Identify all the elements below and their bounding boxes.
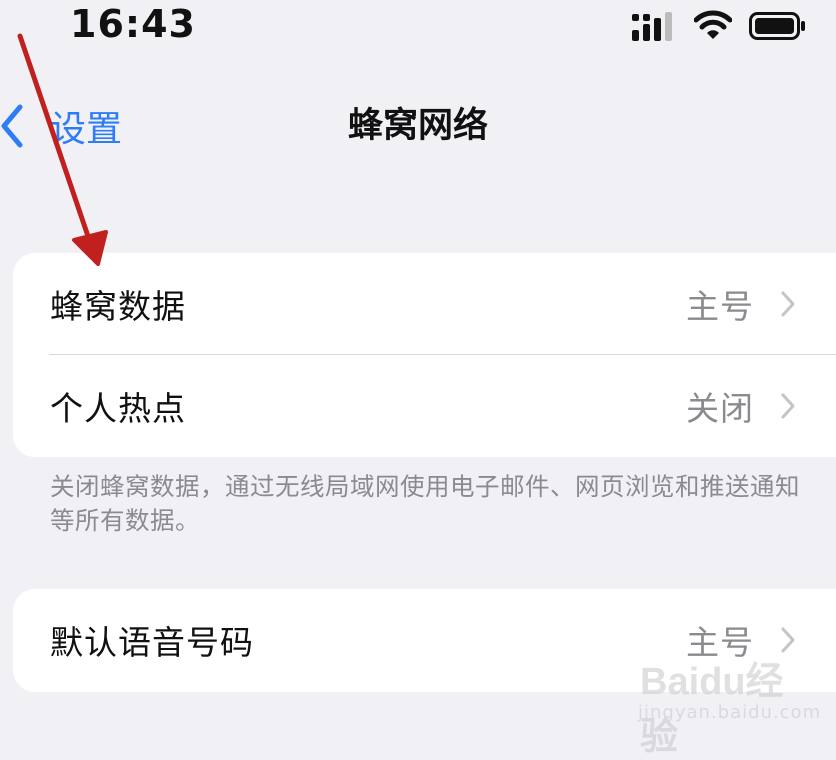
- chevron-right-icon: [781, 291, 795, 316]
- chevron-right-icon: [781, 393, 795, 418]
- back-button-label: 设置: [50, 109, 123, 150]
- row-label: 个人热点: [50, 388, 186, 428]
- row-label: 蜂窝数据: [50, 286, 186, 326]
- row-label: 默认语音号码: [50, 622, 254, 662]
- status-bar: 16:43: [0, 0, 836, 60]
- navigation-bar: 蜂窝网络 设置: [0, 88, 836, 164]
- page-title: 蜂窝网络: [347, 106, 488, 146]
- row-personal-hotspot[interactable]: 个人热点 关闭: [49, 354, 836, 456]
- baidu-watermark: Baidu经验 jingyan.baidu.com: [620, 650, 820, 758]
- chevron-left-icon: [1, 104, 23, 148]
- group-footnote: 关闭蜂窝数据，通过无线局域网使用电子邮件、网页浏览和推送通知等所有数据。: [50, 472, 800, 535]
- cellular-signal-icon: [632, 12, 672, 41]
- battery-icon: [749, 12, 805, 40]
- back-button[interactable]: 设置: [0, 88, 122, 164]
- cellular-settings-group: 蜂窝数据 主号 个人热点 关闭: [13, 253, 836, 457]
- wifi-icon: [694, 10, 732, 39]
- row-value: 主号: [686, 286, 754, 326]
- watermark-url: jingyan.baidu.com: [638, 702, 822, 723]
- status-time: 16:43: [70, 2, 196, 46]
- row-cellular-data[interactable]: 蜂窝数据 主号: [13, 253, 836, 354]
- row-value: 关闭: [686, 388, 754, 428]
